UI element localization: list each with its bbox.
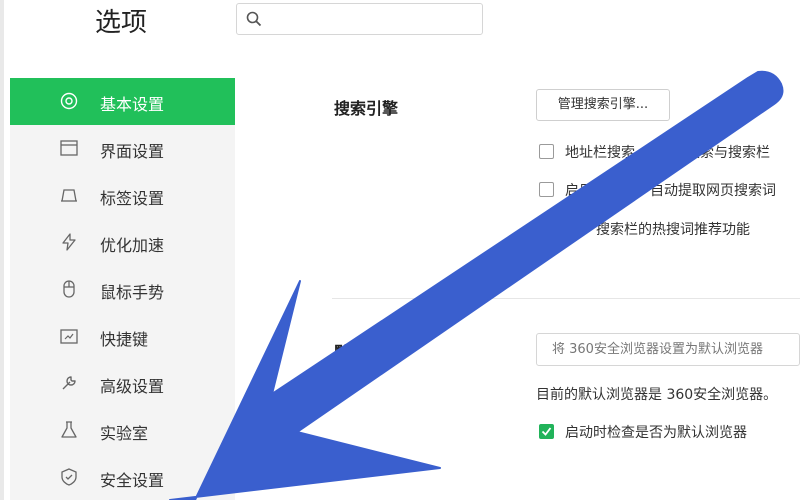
section-divider [332, 298, 800, 299]
sidebar-item-mouse-gestures[interactable]: 鼠标手势 [10, 266, 235, 313]
sidebar-item-interface-settings[interactable]: 界面设置 [10, 125, 235, 172]
search-icon [246, 11, 262, 27]
check-icon [541, 427, 552, 436]
option-label-tail: 自动提取网页搜索词 [650, 183, 776, 199]
option-label-tail: 搜索与搜索栏 [686, 145, 770, 161]
sidebar-item-label: 实验室 [100, 424, 149, 443]
search-engine-label: 搜索引擎 [334, 99, 399, 118]
sidebar-item-lab[interactable]: 实验室 [10, 407, 235, 454]
address-bar-search-checkbox[interactable] [539, 144, 554, 159]
sidebar-item-label: 标签设置 [100, 189, 165, 208]
sidebar-item-tab-settings[interactable]: 标签设置 [10, 172, 235, 219]
wrench-icon [62, 376, 76, 390]
option-label: 地址栏搜索 [565, 145, 635, 161]
window-icon [60, 140, 78, 156]
sidebar-item-label: 基本设置 [100, 95, 165, 114]
check-icon [541, 224, 552, 233]
option-label: 搜索栏的热搜词推荐功能 [596, 222, 750, 238]
shield-icon [61, 468, 77, 486]
sidebar-item-label: 安全设置 [100, 471, 165, 490]
manage-search-engines-button[interactable]: 管理搜索引擎... [536, 89, 670, 121]
sidebar-item-security-settings[interactable]: 安全设置 [10, 454, 235, 501]
tab-icon [61, 189, 77, 202]
hot-search-checkbox[interactable] [539, 221, 554, 236]
set-default-browser-button[interactable]: 将 360安全浏览器设置为默认浏览器 [536, 333, 800, 366]
sidebar-item-label: 界面设置 [100, 142, 165, 161]
auto-extract-checkbox[interactable] [539, 182, 554, 197]
sidebar-item-optimize[interactable]: 优化加速 [10, 219, 235, 266]
page-title: 选项 [95, 8, 148, 38]
settings-gear-icon [60, 92, 78, 110]
sidebar: 基本设置 界面设置 标签设置 优化加速 鼠标手势 快捷键 高级设置 实验室 安全… [10, 78, 235, 500]
lightning-icon [62, 233, 76, 251]
window-edge [0, 0, 4, 500]
sidebar-item-advanced-settings[interactable]: 高级设置 [10, 360, 235, 407]
sidebar-item-basic-settings[interactable]: 基本设置 [10, 78, 235, 125]
keyboard-icon [60, 329, 78, 344]
flask-icon [61, 421, 77, 438]
default-browser-status: 目前的默认浏览器是 360安全浏览器。 [536, 387, 778, 403]
check-default-on-start-checkbox[interactable] [539, 424, 554, 439]
search-input[interactable] [267, 8, 476, 32]
default-browser-label: 默认浏览 [334, 343, 399, 362]
sidebar-item-label: 鼠标手势 [100, 283, 165, 302]
option-label: 启动时检查是否为默认浏览器 [565, 425, 747, 441]
mouse-icon [63, 280, 75, 298]
search-box[interactable] [236, 3, 483, 35]
sidebar-item-label: 快捷键 [100, 330, 149, 349]
sidebar-item-label: 高级设置 [100, 377, 165, 396]
sidebar-item-label: 优化加速 [100, 236, 165, 255]
sidebar-item-shortcuts[interactable]: 快捷键 [10, 313, 235, 360]
option-label: 启用 [565, 183, 593, 199]
